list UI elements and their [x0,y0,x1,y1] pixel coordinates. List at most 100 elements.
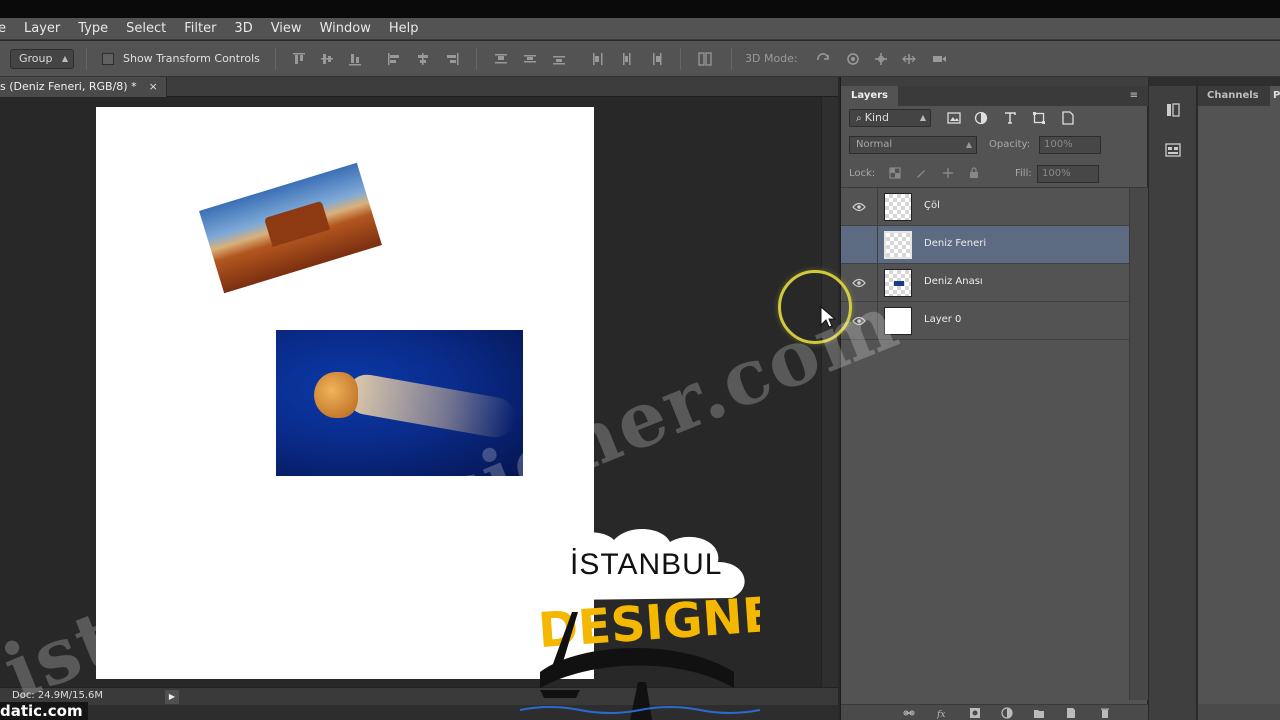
jellyfish-image-layer[interactable] [276,330,523,476]
layer-thumbnail [884,193,912,221]
layer-name[interactable]: Deniz Feneri [924,238,986,249]
lock-all-icon[interactable] [967,166,981,180]
menu-item-filter[interactable]: Filter [175,18,225,40]
type-layer-filter-icon[interactable] [1001,110,1019,126]
align-vertical-centers-icon[interactable] [318,50,336,68]
lock-position-icon[interactable] [941,166,955,180]
desert-image-layer[interactable] [199,162,382,294]
menu-item-select[interactable]: Select [117,18,175,40]
search-icon: ⌕ [856,113,865,124]
menu-item-window[interactable]: Window [311,18,380,40]
jellyfish-bell [314,372,358,418]
layer-name[interactable]: Çöl [924,200,940,211]
menu-item-view[interactable]: View [262,18,311,40]
3d-scale-icon[interactable] [930,50,948,68]
filter-kind-value: Kind [864,111,890,124]
layer-thumbnail [884,269,912,297]
menu-item-3d[interactable]: 3D [225,18,261,40]
eye-icon[interactable] [851,276,867,290]
3d-mode-label: 3D Mode: [745,52,798,65]
eye-column-divider [877,226,878,264]
layer-filter-row: ⌕ Kind ▲ [841,106,1148,132]
distribute-left-edges-icon[interactable] [589,50,607,68]
mouse-pointer-icon [820,306,836,328]
new-group-icon[interactable] [1031,706,1047,720]
jellyfish-thumbnail-mark [894,281,904,286]
menu-item-help[interactable]: Help [380,18,428,40]
document-tab[interactable]: s (Deniz Feneri, RGB/8) * × [0,77,167,97]
shape-layer-filter-icon[interactable] [1030,110,1048,126]
layers-scrollbar[interactable] [1129,188,1148,700]
add-mask-icon[interactable] [967,706,983,720]
distribute-top-edges-icon[interactable] [492,50,510,68]
lock-transparent-pixels-icon[interactable] [888,166,902,180]
3d-slide-icon[interactable] [900,50,918,68]
auto-align-layers-icon[interactable] [696,50,714,68]
logo-line-1: İSTANBUL [570,548,722,581]
smart-object-filter-icon[interactable] [1059,110,1077,126]
fill-label: Fill: [1015,168,1032,179]
panel-menu-icon[interactable]: ≡ [1130,90,1138,101]
align-left-edges-icon[interactable] [385,50,403,68]
layer-name[interactable]: Deniz Anası [924,276,983,287]
align-bottom-edges-icon[interactable] [346,50,364,68]
options-separator [275,48,276,70]
show-transform-checkbox[interactable] [102,53,114,65]
layer-row-layer-0[interactable]: Layer 0 [841,302,1129,340]
3d-rotate-icon[interactable] [814,50,832,68]
layer-row-deniz-anasi[interactable]: Deniz Anası [841,264,1129,302]
eye-icon[interactable] [851,314,867,328]
layer-thumbnail [884,231,912,259]
distribute-bottom-edges-icon[interactable] [550,50,568,68]
layer-row-deniz-feneri[interactable]: Deniz Feneri [841,226,1129,264]
dock-collapse-bar[interactable] [1149,77,1197,86]
filter-kind-dropdown[interactable]: ⌕ Kind ▲ [849,109,931,127]
pixel-layer-filter-icon[interactable] [945,110,963,126]
layer-thumbnail [884,307,912,335]
istanbul-designer-logo: İSTANBUL DESIGNER [520,528,760,720]
new-adjustment-layer-icon[interactable] [999,706,1015,720]
new-layer-icon[interactable] [1063,706,1079,720]
opacity-input[interactable]: 100% [1039,136,1101,154]
close-icon[interactable]: × [149,77,158,97]
adjustment-layer-filter-icon[interactable] [972,110,990,126]
tab-paths[interactable]: P [1270,86,1280,106]
tab-channels[interactable]: Channels [1198,86,1268,106]
distribute-vertical-centers-icon[interactable] [521,50,539,68]
menu-item-edit[interactable]: e [0,18,15,40]
layer-name[interactable]: Layer 0 [924,314,961,325]
doc-size-readout: Doc: 24.9M/15.6M [12,690,104,701]
history-panel-icon[interactable] [1162,99,1184,121]
layer-row-col[interactable]: Çöl [841,188,1129,226]
properties-panel-icon[interactable] [1162,139,1184,161]
link-layers-icon[interactable] [901,706,917,720]
eye-column-divider [877,264,878,302]
lock-image-pixels-icon[interactable] [914,166,928,180]
3d-roll-icon[interactable] [844,50,862,68]
lock-label: Lock: [849,168,876,179]
distribute-right-edges-icon[interactable] [647,50,665,68]
align-horizontal-centers-icon[interactable] [414,50,432,68]
distribute-horizontal-centers-icon[interactable] [618,50,636,68]
align-top-edges-icon[interactable] [290,50,308,68]
updown-arrows-icon: ▲ [61,54,68,63]
status-menu-arrow-icon[interactable]: ▶ [165,690,179,704]
eye-icon[interactable] [851,200,867,214]
fx-icon[interactable]: fx [935,706,951,720]
fill-input[interactable]: 100% [1037,165,1099,183]
autoselect-dropdown[interactable]: Group ▲ [10,49,74,69]
trash-icon[interactable] [1097,706,1113,720]
show-transform-label: Show Transform Controls [123,52,260,65]
menu-item-layer[interactable]: Layer [15,18,69,40]
3d-pan-icon[interactable] [872,50,890,68]
align-right-edges-icon[interactable] [443,50,461,68]
panel-collapse-bar[interactable] [841,77,1148,86]
tab-layers[interactable]: Layers [841,86,898,106]
layers-panel: Layers ≡ ⌕ Kind ▲ Normal ▲ Opacity: 100%… [840,77,1148,720]
blend-mode-dropdown[interactable]: Normal ▲ [849,136,977,154]
document-vertical-scrollbar[interactable] [821,97,838,697]
channels-panel-footer [1198,704,1280,720]
autoselect-value: Group [19,52,53,65]
panel-collapse-bar[interactable] [1198,77,1280,86]
menu-item-type[interactable]: Type [69,18,117,40]
